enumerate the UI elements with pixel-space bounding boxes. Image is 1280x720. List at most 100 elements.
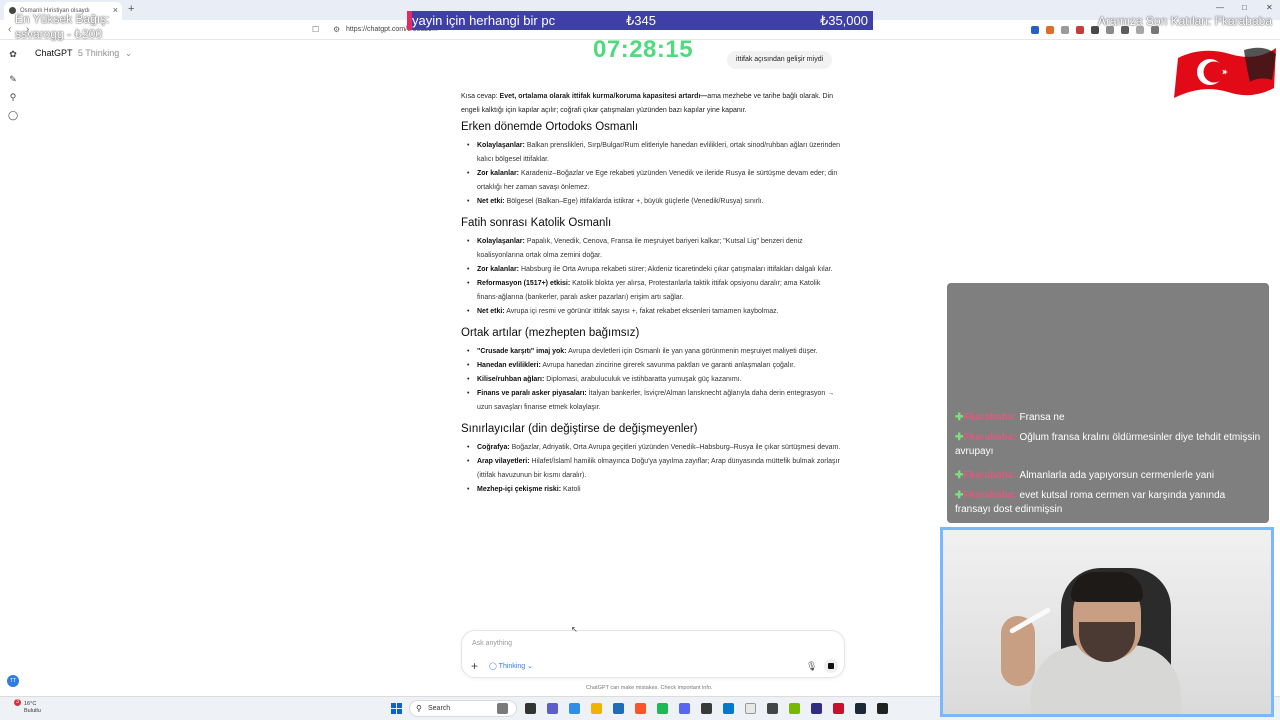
list-item: Hanedan evlilikleri: Avrupa hanedan zinc… — [461, 359, 841, 373]
mail-icon[interactable] — [613, 703, 624, 714]
answer-lead: Kısa cevap: Evet, ortalama olarak ittifa… — [461, 90, 841, 118]
windows-start-icon[interactable] — [391, 703, 402, 714]
taskbar-app-icon[interactable] — [701, 703, 712, 714]
bullet-list: Kolaylaşanlar: Balkan prenslikleri, Sırp… — [461, 139, 841, 209]
chat-message: ✚Fkarababa: Oğlum fransa kralını öldürme… — [955, 431, 1261, 459]
top-donation-overlay: En Yüksek Bağış: ssvarogg - ₺200 — [15, 12, 110, 42]
close-tab-icon[interactable]: × — [113, 5, 118, 15]
stream-chat-panel: ✚Fkarababa: Fransa ne ✚Fkarababa: Oğlum f… — [947, 283, 1269, 523]
list-item-label: Hanedan evlilikleri: — [477, 362, 541, 369]
list-item: Reformasyon (1517+) etkisi: Katolik blok… — [461, 277, 841, 305]
taskbar-app-icon[interactable] — [833, 703, 844, 714]
library-icon[interactable]: ◯ — [8, 110, 18, 120]
brave-icon[interactable] — [635, 703, 646, 714]
list-item: Kolaylaşanlar: Balkan prenslikleri, Sırp… — [461, 139, 841, 167]
list-item-label: Reformasyon (1517+) etkisi: — [477, 280, 571, 287]
back-icon[interactable]: ‹ — [8, 24, 11, 35]
user-message: ittifak açısından gelişir miydi — [727, 51, 833, 69]
extension-icon[interactable] — [1076, 26, 1084, 34]
taskbar-search-label: Search — [428, 705, 451, 712]
list-item-text: Katoli — [563, 486, 581, 493]
notification-badge: 3 — [14, 699, 21, 706]
taskbar-app-icon[interactable] — [877, 703, 888, 714]
teams-icon[interactable] — [547, 703, 558, 714]
avatar[interactable]: TT — [7, 675, 19, 687]
thinking-toggle[interactable]: ◯ Thinking ⌄ — [489, 662, 533, 670]
mouse-cursor-icon: ↖ — [571, 625, 578, 634]
chat-username: Fkarababa: — [963, 432, 1017, 443]
latest-follower-overlay: Aramıza Son Katılan: Fkarababa — [1097, 14, 1272, 28]
thinking-icon: ◯ — [489, 663, 497, 670]
microphone-icon[interactable]: 🎙 — [806, 661, 817, 672]
list-item-label: Mezhep-içi çekişme riski: — [477, 486, 562, 493]
bookmark-icon[interactable]: ☐ — [312, 25, 319, 34]
model-selector[interactable]: ChatGPT 5 Thinking ⌄ — [35, 48, 132, 59]
extension-icon[interactable] — [1061, 26, 1069, 34]
donation-current: ₺345 — [626, 13, 656, 28]
spotify-icon[interactable] — [657, 703, 668, 714]
close-window-icon[interactable]: ✕ — [1266, 3, 1273, 12]
vscode-icon[interactable] — [723, 703, 734, 714]
chat-username: Fkarababa: — [963, 490, 1017, 501]
list-item: Kolaylaşanlar: Papalık, Venedik, Cenova,… — [461, 235, 841, 263]
extension-icon[interactable] — [1031, 26, 1039, 34]
composer: Ask anything + ◯ Thinking ⌄ 🎙 — [461, 630, 845, 678]
list-item-text: Balkan prenslikleri, Sırp/Bulgar/Rum eli… — [477, 142, 841, 163]
weather-widget[interactable]: 16°C Bulutlu — [24, 701, 41, 715]
new-chat-icon[interactable]: ✎ — [8, 74, 18, 84]
chat-message: ✚Fkarababa: Fransa ne — [955, 411, 1261, 425]
lead-bold: Evet, ortalama olarak ittifak kurma/koru… — [499, 93, 708, 100]
list-item: Net etki: Bölgesel (Balkan–Ege) ittifakl… — [461, 195, 841, 209]
answer-sections: Erken dönemde Ortodoks Osmanlı Kolaylaşan… — [461, 120, 841, 497]
list-item: Coğrafya: Boğazlar, Adriyatik, Orta Avru… — [461, 441, 841, 455]
taskbar-app-icon[interactable] — [497, 703, 508, 714]
list-item: "Crusade karşıtı" imaj yok: Avrupa devle… — [461, 345, 841, 359]
task-view-icon[interactable] — [525, 703, 536, 714]
section-heading: Fatih sonrası Katolik Osmanlı — [461, 217, 612, 229]
maximize-icon[interactable]: □ — [1242, 3, 1247, 12]
weather-desc: Bulutlu — [24, 708, 41, 714]
bullet-list: Coğrafya: Boğazlar, Adriyatik, Orta Avru… — [461, 441, 841, 497]
list-item: Finans ve paralı asker piyasaları: İtaly… — [461, 387, 841, 415]
bullet-list: "Crusade karşıtı" imaj yok: Avrupa devle… — [461, 345, 841, 415]
list-item-text: Papalık, Venedik, Cenova, Fransa ile meş… — [477, 238, 803, 259]
list-item-label: Arap vilayetleri: — [477, 458, 530, 465]
minimize-icon[interactable]: — — [1216, 3, 1224, 12]
list-item-text: Diplomasi, arabuluculuk ve istihbaratta … — [546, 376, 742, 383]
chevron-down-icon: ⌄ — [527, 663, 533, 670]
notepad-icon[interactable] — [745, 703, 756, 714]
chevron-down-icon: ⌄ — [124, 48, 133, 58]
site-info-icon[interactable]: ⚙ — [333, 25, 340, 34]
search-icon: ⚲ — [416, 704, 422, 713]
list-item: Mezhep-içi çekişme riski: Katoli — [461, 483, 841, 497]
discord-icon[interactable] — [679, 703, 690, 714]
assistant-answer: Kısa cevap: Evet, ortalama olarak ittifa… — [461, 90, 841, 504]
search-icon[interactable]: ⚲ — [8, 92, 18, 102]
donation-target: ₺35,000 — [819, 13, 868, 28]
list-item: Kilise/ruhban ağları: Diplomasi, arabulu… — [461, 373, 841, 387]
section-heading: Sınırlayıcılar (din değiştirse de değişm… — [461, 423, 698, 435]
obs-icon[interactable] — [811, 703, 822, 714]
lead-label: Kısa cevap: — [461, 93, 498, 100]
new-tab-button[interactable]: + — [128, 3, 134, 15]
list-item-label: Zor kalanlar: — [477, 170, 520, 177]
prompt-input[interactable]: Ask anything — [472, 640, 512, 647]
top-donor-title: En Yüksek Bağış: — [15, 12, 110, 26]
donation-goal-bar: yayin için herhangi bir pc ₺345 ₺35,000 — [407, 11, 873, 30]
steam-icon[interactable] — [855, 703, 866, 714]
list-item: Net etki: Avrupa içi resmi ve görünür it… — [461, 305, 841, 319]
model-mode: 5 Thinking — [77, 48, 120, 58]
list-item-text: Boğazlar, Adriyatik, Orta Avrupa geçitle… — [511, 444, 841, 451]
donation-progress-fill — [407, 11, 412, 30]
add-attachment-button[interactable]: + — [471, 659, 478, 673]
extension-icon[interactable] — [1046, 26, 1054, 34]
nvidia-icon[interactable] — [789, 703, 800, 714]
file-explorer-icon[interactable] — [591, 703, 602, 714]
chat-text: Fransa ne — [1019, 412, 1065, 423]
stop-generating-button[interactable] — [824, 659, 838, 673]
list-item: Zor kalanlar: Karadeniz–Boğazlar ve Ege … — [461, 167, 841, 195]
copilot-icon[interactable] — [569, 703, 580, 714]
chatgpt-logo-icon[interactable]: ✿ — [8, 49, 18, 59]
stream-timer: 07:28:15 — [593, 36, 694, 63]
taskbar-app-icon[interactable] — [767, 703, 778, 714]
